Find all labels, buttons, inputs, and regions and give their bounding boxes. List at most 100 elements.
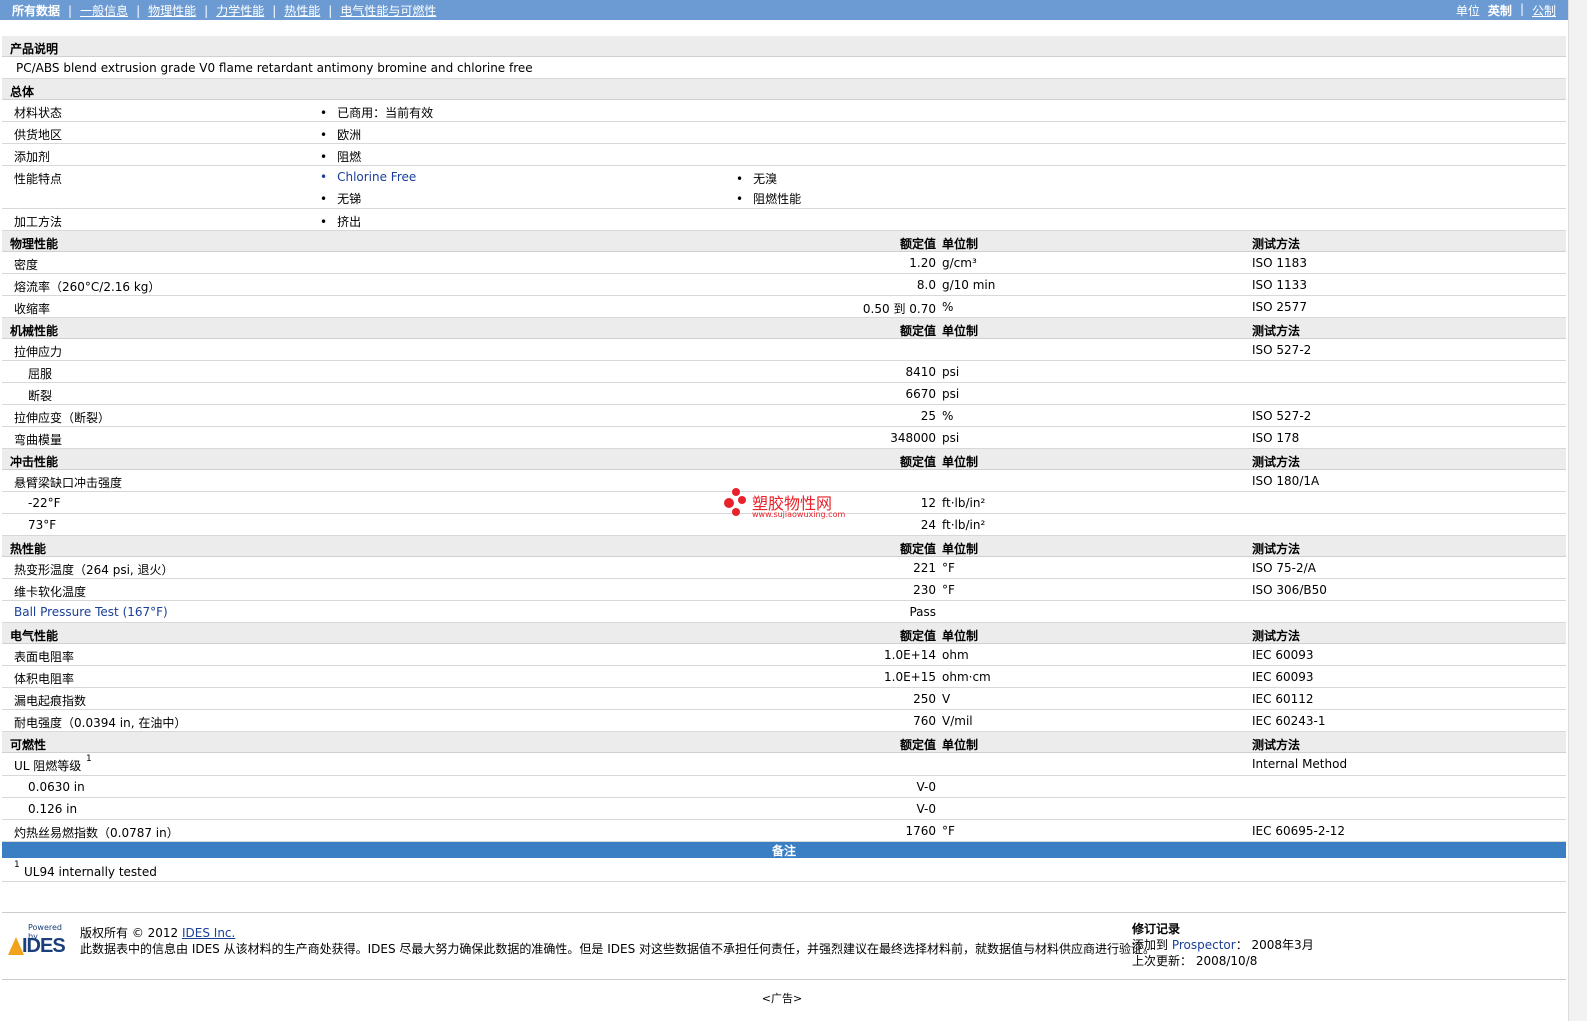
added-line: 添加到 Prospector： 2008年3月 bbox=[1132, 937, 1314, 953]
note-row: 1 UL94 internally tested bbox=[2, 858, 1566, 882]
property-name: 材料状态 bbox=[14, 106, 63, 120]
ides-logo: Powered by IDES bbox=[8, 923, 72, 959]
revision-header: 修订记录 bbox=[1132, 922, 1181, 936]
nav-all-data[interactable]: 所有数据 bbox=[6, 2, 68, 19]
value-column-header: 额定值 bbox=[899, 542, 936, 556]
watermark-dot bbox=[738, 496, 746, 504]
test-method: ISO 2577 bbox=[1252, 300, 1307, 314]
property-value: V-0 bbox=[916, 802, 936, 816]
property-name: 维卡软化温度 bbox=[14, 585, 87, 599]
property-name: 屈服 bbox=[28, 367, 53, 381]
property-unit: °F bbox=[942, 824, 955, 838]
copyright-line: 版权所有 © 2012 IDES Inc. bbox=[80, 925, 1155, 941]
property-value: 欧洲 bbox=[320, 126, 361, 143]
property-unit: ohm bbox=[942, 648, 969, 662]
test-method-column-header: 测试方法 bbox=[1252, 542, 1301, 556]
footer: Powered by IDES 版权所有 © 2012 IDES Inc. 此数… bbox=[2, 912, 1566, 980]
test-method: ISO 527-2 bbox=[1252, 409, 1312, 423]
property-value: Pass bbox=[909, 605, 936, 619]
property-value: 8410 bbox=[905, 365, 936, 379]
property-name: 灼热丝易燃指数（0.0787 in） bbox=[14, 826, 179, 840]
property-value: 阻燃 bbox=[320, 148, 361, 165]
nav-general-info[interactable]: 一般信息 bbox=[72, 2, 136, 19]
nav-electrical-flammability[interactable]: 电气性能与可燃性 bbox=[332, 2, 444, 19]
table-row: 0.0630 in V-0 bbox=[2, 776, 1566, 798]
updated-line: 上次更新： 2008/10/8 bbox=[1132, 953, 1314, 969]
property-value: Chlorine Free bbox=[320, 170, 416, 184]
property-value: 1.20 bbox=[909, 256, 936, 270]
nav-thermal[interactable]: 热性能 bbox=[276, 2, 328, 19]
test-method: ISO 1183 bbox=[1252, 256, 1307, 270]
table-row: 屈服 8410 psi bbox=[2, 361, 1566, 383]
table-row: 灼热丝易燃指数（0.0787 in） 1760 °F IEC 60695-2-12 bbox=[2, 820, 1566, 842]
property-unit: g/cm³ bbox=[942, 256, 977, 270]
property-unit: psi bbox=[942, 387, 960, 401]
section-header-impact: 冲击性能 额定值 单位制 测试方法 bbox=[2, 449, 1566, 470]
table-row: 添加剂 阻燃 bbox=[2, 144, 1566, 166]
property-name: Ball Pressure Test (167°F) bbox=[14, 605, 168, 619]
test-method: ISO 178 bbox=[1252, 431, 1300, 445]
test-method: ISO 180/1A bbox=[1252, 474, 1320, 488]
vertical-scrollbar[interactable] bbox=[1568, 0, 1587, 1021]
section-header-general: 总体 bbox=[2, 79, 1566, 100]
watermark-url: www.sujiaowuxing.com bbox=[752, 510, 846, 519]
ad-label: <广告> bbox=[761, 992, 803, 1005]
section-title: 总体 bbox=[10, 85, 35, 99]
unit-column-header: 单位制 bbox=[942, 324, 979, 338]
value-column-header: 额定值 bbox=[899, 738, 936, 752]
watermark-dot bbox=[732, 508, 740, 516]
section-header-physical: 物理性能 额定值 单位制 测试方法 bbox=[2, 231, 1566, 252]
test-method-column-header: 测试方法 bbox=[1252, 455, 1301, 469]
unit-column-header: 单位制 bbox=[942, 542, 979, 556]
english-units-link[interactable]: 英制 bbox=[1488, 2, 1512, 19]
test-method: IEC 60243-1 bbox=[1252, 714, 1326, 728]
table-row: 熔流率（260°C/2.16 kg） 8.0 g/10 min ISO 1133 bbox=[2, 274, 1566, 296]
section-title: 冲击性能 bbox=[10, 455, 59, 469]
nav-mechanical[interactable]: 力学性能 bbox=[208, 2, 272, 19]
property-unit: °F bbox=[942, 561, 955, 575]
property-name: 拉伸应变（断裂） bbox=[14, 411, 111, 425]
description-row: PC/ABS blend extrusion grade V0 flame re… bbox=[2, 57, 1566, 79]
property-name: 收缩率 bbox=[14, 302, 51, 316]
units-label: 单位 bbox=[1455, 4, 1480, 18]
table-row: 材料状态 已商用：当前有效 bbox=[2, 100, 1566, 122]
value-column-header: 额定值 bbox=[899, 455, 936, 469]
test-method-column-header: 测试方法 bbox=[1252, 738, 1301, 752]
property-value: 230 bbox=[913, 583, 936, 597]
logo-text: IDES bbox=[22, 935, 66, 957]
value-column-header: 额定值 bbox=[899, 324, 936, 338]
property-name: 添加剂 bbox=[14, 150, 51, 164]
property-name: 73°F bbox=[28, 518, 57, 532]
table-row: 加工方法 挤出 bbox=[2, 209, 1566, 231]
table-row: 漏电起痕指数 250 V IEC 60112 bbox=[2, 688, 1566, 710]
value-column-header: 额定值 bbox=[899, 237, 936, 251]
test-method-column-header: 测试方法 bbox=[1252, 324, 1301, 338]
test-method-column-header: 测试方法 bbox=[1252, 629, 1301, 643]
section-title: 物理性能 bbox=[10, 237, 59, 251]
table-row: 性能特点 Chlorine Free 无溴 无锑 阻燃性能 bbox=[2, 166, 1566, 209]
test-method: IEC 60093 bbox=[1252, 670, 1314, 684]
property-value: 12 bbox=[920, 496, 936, 510]
property-name: 0.0630 in bbox=[28, 780, 85, 794]
prospector-link[interactable]: Prospector bbox=[1172, 938, 1236, 952]
section-nav: 所有数据 | 一般信息 | 物理性能 | 力学性能 | 热性能 | 电气性能与可… bbox=[6, 2, 444, 19]
property-name: 加工方法 bbox=[14, 215, 63, 229]
test-method: IEC 60112 bbox=[1252, 692, 1314, 706]
footnote-number: 1 bbox=[14, 860, 20, 870]
table-row: 体积电阻率 1.0E+15 ohm·cm IEC 60093 bbox=[2, 666, 1566, 688]
updated-label: 上次更新： bbox=[1132, 954, 1193, 968]
ides-inc-link[interactable]: IDES Inc. bbox=[182, 926, 235, 940]
nav-physical[interactable]: 物理性能 bbox=[140, 2, 204, 19]
property-name: 0.126 in bbox=[28, 802, 78, 816]
property-unit: ft·lb/in² bbox=[942, 496, 986, 510]
table-row: 耐电强度（0.0394 in, 在油中） 760 V/mil IEC 60243-1 bbox=[2, 710, 1566, 732]
property-value: 挤出 bbox=[320, 213, 361, 230]
top-nav-bar: 所有数据 | 一般信息 | 物理性能 | 力学性能 | 热性能 | 电气性能与可… bbox=[0, 0, 1568, 20]
table-row: 收缩率 0.50 到 0.70% ISO 2577 bbox=[2, 296, 1566, 318]
metric-units-link[interactable]: 公制 bbox=[1532, 2, 1556, 19]
property-name: 熔流率（260°C/2.16 kg） bbox=[14, 280, 161, 294]
footnote-text: UL94 internally tested bbox=[24, 865, 157, 879]
test-method: ISO 1133 bbox=[1252, 278, 1307, 292]
property-value: 阻燃性能 bbox=[736, 190, 801, 207]
property-name: 漏电起痕指数 bbox=[14, 694, 87, 708]
